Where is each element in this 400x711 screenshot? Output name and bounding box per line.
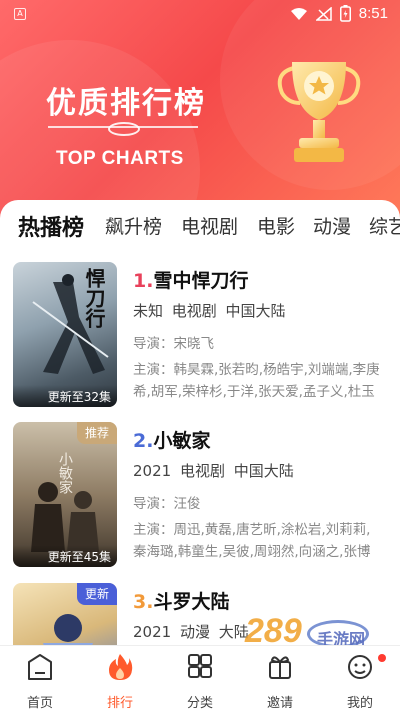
item-title[interactable]: 2.小敏家 xyxy=(133,426,210,453)
show-title: 雪中悍刀行 xyxy=(153,270,249,292)
poster-image[interactable]: 更新 xyxy=(13,583,117,645)
nav-ranking[interactable]: 排行 xyxy=(80,652,160,711)
nav-invite[interactable]: 邀请 xyxy=(240,652,320,711)
item-title[interactable]: 3.斗罗大陆 xyxy=(133,587,229,614)
nav-ranking-label: 排行 xyxy=(106,696,133,711)
rank-number: 2. xyxy=(133,430,154,452)
show-title: 斗罗大陆 xyxy=(153,591,230,613)
nav-invite-label: 邀请 xyxy=(266,696,293,711)
poster-title-art: 小敏家 xyxy=(57,452,73,494)
trophy-icon xyxy=(277,62,361,162)
show-meta: 未知 电视剧 中国大陆 xyxy=(133,302,286,320)
signal-icon xyxy=(315,6,332,21)
show-cast: 主演：周迅,黄磊,唐艺昕,涂松岩,刘莉莉,秦海璐,韩童生,吴彼,周翊然,向涵之,… xyxy=(133,522,371,560)
show-meta: 2021 电视剧 中国大陆 xyxy=(133,462,294,480)
tab-hot[interactable]: 热播榜 xyxy=(18,212,84,242)
nav-profile-label: 我的 xyxy=(346,696,373,711)
show-cast: 主演：韩昊霖,张若昀,杨皓宇,刘端端,李庚希,胡军,荣梓杉,于洋,张天爱,孟子义… xyxy=(133,362,380,400)
list-item[interactable]: 悍刀行 更新至32集 1.雪中悍刀行 未知 电视剧 中国大陆 导演：宋晓飞 主演… xyxy=(0,262,400,412)
poster-title-art: 悍刀行 xyxy=(82,268,106,328)
tab-anime[interactable]: 动漫 xyxy=(313,212,351,239)
status-time: 8:51 xyxy=(358,5,388,22)
list-item[interactable]: 更新 3.斗罗大陆 2021 动漫 大陆 xyxy=(0,583,400,645)
flame-icon xyxy=(109,654,133,680)
header-banner: A 8:51 优质排行榜 TOP CHARTS xyxy=(0,0,400,230)
page-title: 优质排行榜 xyxy=(46,86,206,121)
ranking-panel: 热播榜 飙升榜 电视剧 电影 动漫 综艺 悍刀行 更新至32集 1.雪中悍刀行 … xyxy=(0,200,400,645)
episode-caption: 更新至45集 xyxy=(13,545,117,567)
page-subtitle: TOP CHARTS xyxy=(56,148,184,169)
invite-icon xyxy=(269,656,291,679)
poster-image[interactable]: 悍刀行 更新至32集 xyxy=(13,262,117,407)
poster-image[interactable]: 小敏家 推荐 更新至45集 xyxy=(13,422,117,567)
nav-home-label: 首页 xyxy=(26,696,53,711)
nav-category[interactable]: 分类 xyxy=(160,652,240,711)
grid-icon xyxy=(188,654,212,678)
bottom-navigation: 首页 排行 分类 邀请 我的 xyxy=(0,645,400,711)
nav-profile[interactable]: 我的 xyxy=(320,652,400,711)
battery-icon xyxy=(339,5,351,22)
item-title[interactable]: 1.雪中悍刀行 xyxy=(133,266,248,293)
app-indicator-icon: A xyxy=(14,8,26,20)
tab-movie[interactable]: 电影 xyxy=(257,212,295,239)
recommend-badge: 推荐 xyxy=(76,422,117,444)
tab-rising[interactable]: 飙升榜 xyxy=(105,212,162,239)
category-tabs: 热播榜 飙升榜 电视剧 电影 动漫 综艺 xyxy=(0,212,400,246)
update-badge: 更新 xyxy=(76,583,117,605)
rank-number: 3. xyxy=(133,591,154,613)
profile-icon xyxy=(348,655,372,679)
home-icon xyxy=(28,654,52,680)
nav-category-label: 分类 xyxy=(186,696,213,711)
tab-variety[interactable]: 综艺 xyxy=(369,212,400,239)
title-divider xyxy=(48,122,198,136)
nav-home[interactable]: 首页 xyxy=(0,652,80,711)
tab-tv[interactable]: 电视剧 xyxy=(181,212,238,239)
show-director: 导演：汪俊 xyxy=(133,496,201,512)
show-director: 导演：宋晓飞 xyxy=(133,336,214,352)
list-item[interactable]: 小敏家 推荐 更新至45集 2.小敏家 2021 电视剧 中国大陆 导演：汪俊 … xyxy=(0,422,400,572)
wifi-icon xyxy=(290,7,307,20)
status-icons: 8:51 xyxy=(290,5,388,22)
status-bar: A 8:51 xyxy=(0,0,400,30)
show-title: 小敏家 xyxy=(153,430,211,452)
rank-number: 1. xyxy=(133,270,154,292)
show-meta: 2021 动漫 大陆 xyxy=(133,623,249,641)
episode-caption: 更新至32集 xyxy=(13,385,117,407)
notification-dot xyxy=(378,654,386,662)
